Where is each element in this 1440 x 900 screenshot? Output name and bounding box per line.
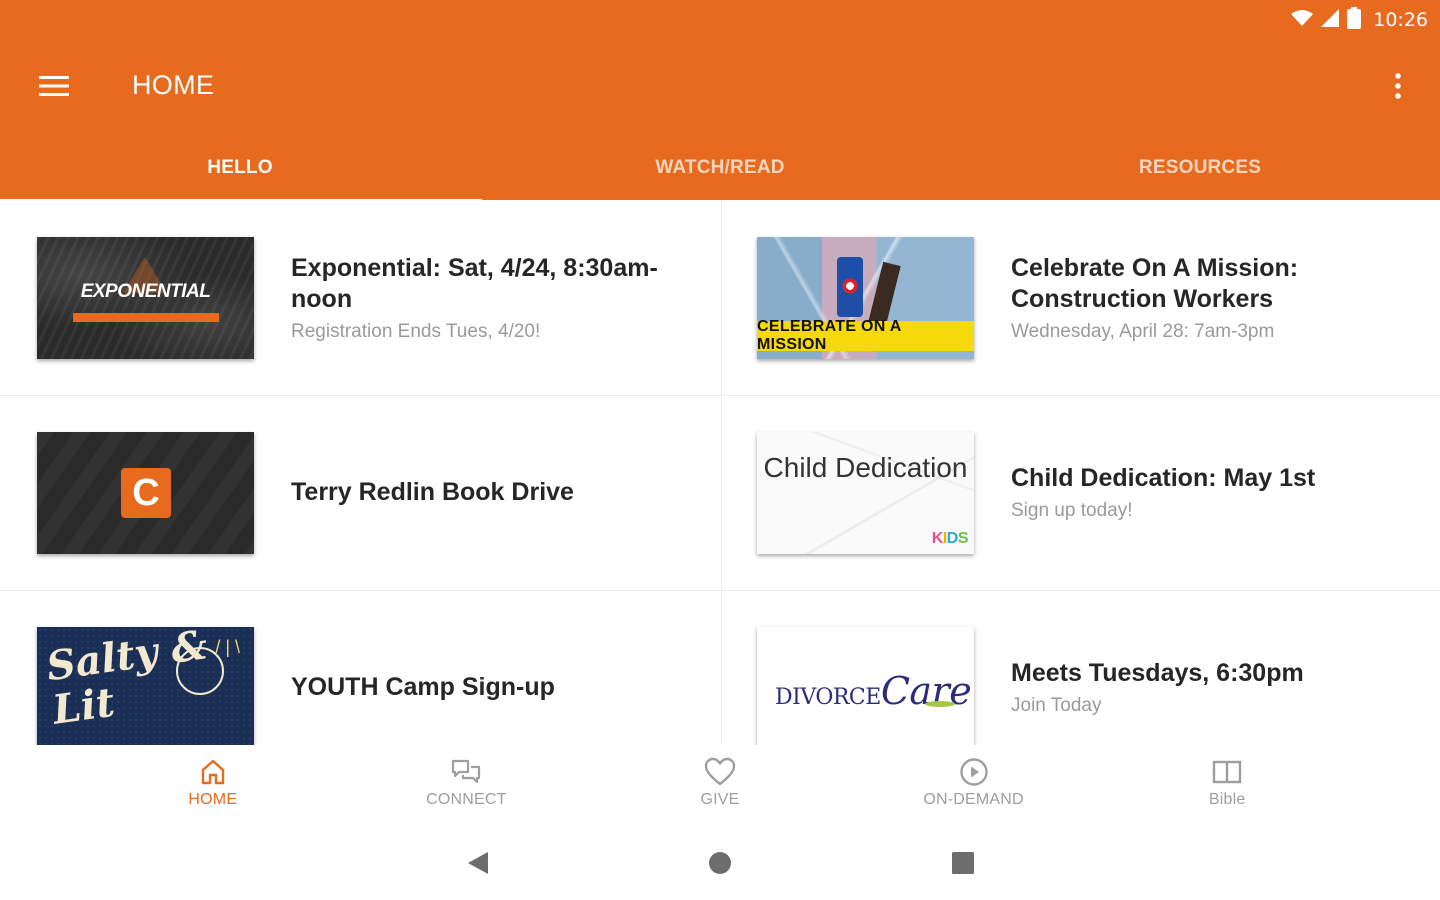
card-thumbnail: / | \ Salty & Lit: [37, 627, 254, 745]
book-icon: [1212, 760, 1242, 784]
page-title: HOME: [132, 70, 215, 100]
nav-give[interactable]: GIVE: [650, 745, 790, 825]
card-subtitle: Join Today: [1011, 695, 1102, 716]
nav-label: HOME: [188, 791, 238, 808]
thumbnail-text: CELEBRATE ON A MISSION: [757, 318, 974, 353]
card-title: Meets Tuesdays, 6:30pm: [1011, 659, 1304, 687]
nav-connect[interactable]: CONNECT: [396, 745, 536, 825]
circle-icon: [709, 852, 731, 874]
app-bar: 10:26 HOME HELLO WATCH/READ RESOURCES: [0, 0, 1440, 204]
card-title: Child Dedication: May 1st: [1011, 464, 1316, 492]
feed-card[interactable]: C Terry Redlin Book Drive: [0, 395, 720, 590]
status-time: 10:26: [1373, 9, 1428, 31]
bottom-nav: HOME CONNECT GIVE ON-DEMAND Bible: [0, 745, 1440, 825]
overflow-menu-button[interactable]: [1386, 68, 1410, 104]
tab-label: HELLO: [207, 157, 273, 178]
hamburger-icon: [39, 76, 69, 96]
more-vert-icon: [1395, 73, 1401, 99]
nav-label: CONNECT: [426, 791, 507, 808]
tab-bar: HELLO WATCH/READ RESOURCES: [0, 136, 1440, 204]
card-thumbnail: EXPONENTIAL: [37, 237, 254, 359]
feed-grid: EXPONENTIAL Exponential: Sat, 4/24, 8:30…: [0, 200, 1440, 745]
card-thumbnail: C: [37, 432, 254, 554]
home-icon: [201, 759, 224, 785]
back-button[interactable]: [463, 851, 493, 875]
feed-card[interactable]: EXPONENTIAL Exponential: Sat, 4/24, 8:30…: [0, 200, 720, 395]
nav-label: ON-DEMAND: [923, 791, 1024, 808]
signal-icon: [1321, 8, 1340, 32]
feed-card[interactable]: DIVORCECare Meets Tuesdays, 6:30pm Join …: [720, 590, 1440, 745]
system-nav-bar: [0, 825, 1440, 900]
feed-card[interactable]: Child Dedication KIDS Child Dedication: …: [720, 395, 1440, 590]
card-title: Exponential: Sat, 4/24, 8:30am-noon: [291, 253, 658, 313]
nav-label: Bible: [1208, 791, 1246, 808]
feed-card[interactable]: / | \ Salty & Lit YOUTH Camp Sign-up: [0, 590, 720, 745]
thumbnail-text: EXPONENTIAL: [80, 281, 211, 302]
card-title: YOUTH Camp Sign-up: [291, 673, 555, 701]
nav-home[interactable]: HOME: [143, 745, 283, 825]
card-subtitle: Wednesday, April 28: 7am-3pm: [1011, 320, 1275, 342]
play-icon: [959, 758, 988, 786]
card-title: Terry Redlin Book Drive: [291, 478, 574, 506]
home-system-button[interactable]: [705, 851, 735, 875]
menu-button[interactable]: [36, 68, 72, 104]
nav-on-demand[interactable]: ON-DEMAND: [904, 745, 1044, 825]
feed-card[interactable]: CELEBRATE ON A MISSION Celebrate On A Mi…: [720, 200, 1440, 395]
chat-icon: [452, 759, 481, 784]
wifi-icon: [1291, 9, 1314, 32]
tab-label: WATCH/READ: [655, 157, 785, 178]
card-subtitle: Sign up today!: [1011, 500, 1133, 521]
back-icon: [468, 852, 488, 874]
thumbnail-text: C: [121, 468, 171, 518]
tab-resources[interactable]: RESOURCES: [960, 136, 1440, 200]
tab-label: RESOURCES: [1138, 157, 1262, 178]
card-thumbnail: DIVORCECare: [757, 627, 974, 745]
card-title: Celebrate On A Mission: Construction Wor…: [1011, 253, 1299, 313]
tab-watch-read[interactable]: WATCH/READ: [480, 136, 960, 200]
card-thumbnail: CELEBRATE ON A MISSION: [757, 237, 974, 359]
card-subtitle: Registration Ends Tues, 4/20!: [291, 320, 541, 342]
card-thumbnail: Child Dedication KIDS: [757, 432, 974, 554]
nav-bible[interactable]: Bible: [1157, 745, 1297, 825]
recents-button[interactable]: [948, 851, 978, 875]
square-icon: [952, 852, 974, 874]
thumbnail-badge: KIDS: [931, 530, 969, 547]
nav-label: GIVE: [700, 791, 740, 808]
thumbnail-text: Child Dedication: [763, 452, 968, 483]
battery-icon: [1347, 6, 1362, 34]
status-bar: 10:26: [1291, 6, 1428, 34]
heart-icon: [704, 757, 736, 786]
tab-hello[interactable]: HELLO: [0, 136, 482, 204]
